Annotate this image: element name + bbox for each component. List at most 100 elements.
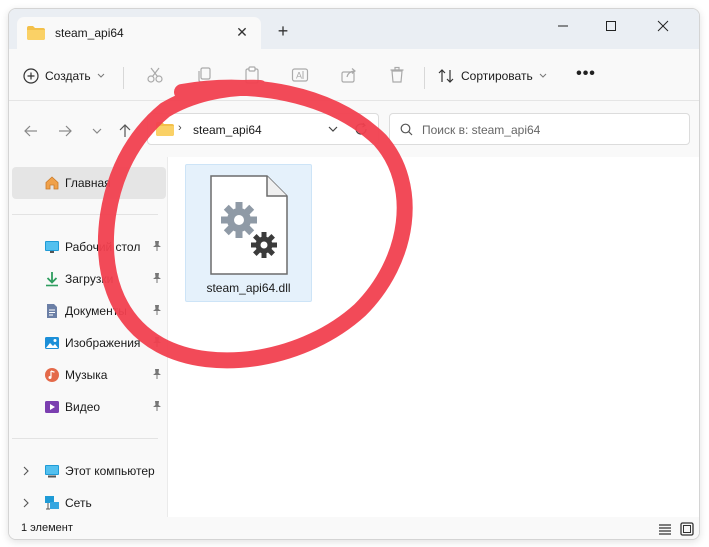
list-view-icon	[659, 524, 671, 535]
chevron-down-icon	[92, 128, 102, 134]
folder-icon	[156, 122, 174, 139]
divider	[12, 214, 158, 215]
search-icon	[400, 123, 413, 139]
sidebar-item-this-pc[interactable]: Этот компьютер	[12, 455, 166, 487]
sidebar-item-network[interactable]: Сеть	[12, 487, 166, 519]
paste-button[interactable]	[241, 64, 263, 86]
clipboard-icon	[245, 66, 259, 84]
sidebar-item-downloads[interactable]: Загрузки	[12, 263, 166, 295]
desktop-icon	[44, 239, 60, 255]
plus-circle-icon	[23, 68, 39, 84]
trash-icon	[390, 66, 404, 83]
scissors-icon	[147, 67, 163, 83]
home-icon	[44, 175, 60, 191]
minimize-icon	[558, 25, 568, 27]
rename-button[interactable]: A	[289, 64, 311, 86]
pin-icon[interactable]	[152, 400, 162, 415]
downloads-icon	[44, 271, 60, 287]
breadcrumb-current[interactable]: steam_api64	[193, 123, 262, 137]
file-list-area[interactable]: steam_api64.dll	[167, 157, 699, 517]
pin-icon[interactable]	[152, 368, 162, 383]
pin-icon[interactable]	[152, 336, 162, 351]
chevron-down-icon	[539, 73, 547, 78]
sidebar-item-label: Рабочий стол	[65, 240, 141, 254]
folder-icon	[27, 26, 45, 43]
up-button[interactable]	[115, 121, 135, 141]
recent-locations-button[interactable]	[87, 121, 107, 141]
video-icon	[44, 399, 60, 415]
address-bar[interactable]: › steam_api64	[147, 113, 379, 145]
file-item[interactable]: steam_api64.dll	[185, 164, 312, 302]
sidebar-item-desktop[interactable]: Рабочий стол	[12, 231, 166, 263]
computer-icon	[44, 463, 60, 479]
refresh-button[interactable]	[354, 122, 368, 139]
close-icon	[657, 20, 669, 32]
more-options-button[interactable]: •••	[575, 63, 597, 85]
sidebar-item-home[interactable]: Главная	[12, 167, 166, 199]
status-bar: 1 элемент	[9, 517, 699, 539]
new-button-label: Создать	[45, 69, 91, 83]
dll-gear-file-icon	[209, 174, 289, 279]
arrow-left-icon	[24, 125, 37, 137]
sort-button[interactable]: Сортировать	[437, 63, 547, 89]
sidebar-item-label: Видео	[65, 400, 101, 414]
expand-chevron-icon[interactable]	[22, 465, 30, 479]
arrow-right-icon	[59, 125, 72, 137]
tab-close-icon[interactable]: ✕	[233, 23, 251, 41]
search-input[interactable]	[422, 121, 682, 139]
pin-icon[interactable]	[152, 272, 162, 287]
sidebar-item-label: Главная	[65, 176, 111, 190]
sidebar-item-music[interactable]: Музыка	[12, 359, 166, 391]
maximize-icon	[606, 21, 616, 31]
svg-text:A: A	[296, 71, 302, 81]
sort-icon	[438, 69, 454, 83]
pictures-icon	[44, 335, 60, 351]
address-dropdown-button[interactable]	[328, 122, 338, 139]
chevron-down-icon	[328, 126, 338, 132]
forward-button[interactable]	[55, 121, 75, 141]
new-button[interactable]: Создать	[23, 63, 105, 89]
sidebar-item-label: Загрузки	[65, 272, 114, 286]
sidebar-item-label: Этот компьютер	[65, 464, 155, 478]
refresh-icon	[355, 122, 367, 135]
sidebar-item-documents[interactable]: Документы	[12, 295, 166, 327]
share-icon	[341, 68, 356, 83]
navigation-pane: Главная Рабочий стол Загрузки Документы	[9, 157, 167, 517]
back-button[interactable]	[21, 121, 41, 141]
network-icon	[44, 495, 60, 511]
search-box[interactable]	[389, 113, 690, 145]
expand-chevron-icon[interactable]	[22, 497, 30, 511]
sidebar-item-label: Изображения	[65, 336, 141, 350]
minimize-button[interactable]	[541, 13, 585, 39]
documents-icon	[44, 303, 60, 319]
chevron-down-icon	[97, 73, 104, 78]
sidebar-item-label: Музыка	[65, 368, 108, 382]
details-view-button[interactable]	[657, 521, 673, 537]
navigation-bar: › steam_api64	[9, 101, 699, 157]
new-tab-button[interactable]: +	[273, 21, 293, 41]
command-bar: Создать A Сортировать •••	[9, 49, 699, 101]
breadcrumb-chevron-icon[interactable]: ›	[178, 122, 182, 134]
divider	[123, 67, 124, 89]
maximize-button[interactable]	[589, 13, 633, 39]
pin-icon[interactable]	[152, 240, 162, 255]
title-bar: steam_api64 ✕ +	[9, 9, 699, 49]
tab-steam-api64[interactable]: steam_api64 ✕	[17, 17, 261, 49]
delete-button[interactable]	[386, 64, 408, 86]
sort-button-label: Сортировать	[461, 69, 533, 83]
cut-button[interactable]	[144, 64, 166, 86]
pin-icon[interactable]	[152, 304, 162, 319]
item-count: 1 элемент	[21, 522, 73, 534]
tiles-view-button[interactable]	[679, 521, 695, 537]
sidebar-item-video[interactable]: Видео	[12, 391, 166, 423]
copy-button[interactable]	[193, 64, 215, 86]
divider	[12, 438, 158, 439]
explorer-window: steam_api64 ✕ + Создать A Сортировать ••…	[8, 8, 700, 540]
share-button[interactable]	[338, 64, 360, 86]
sidebar-item-label: Документы	[65, 304, 127, 318]
tiles-view-icon	[680, 522, 694, 536]
close-button[interactable]	[641, 13, 685, 39]
arrow-up-icon	[119, 124, 131, 137]
sidebar-item-label: Сеть	[65, 496, 92, 510]
sidebar-item-pictures[interactable]: Изображения	[12, 327, 166, 359]
